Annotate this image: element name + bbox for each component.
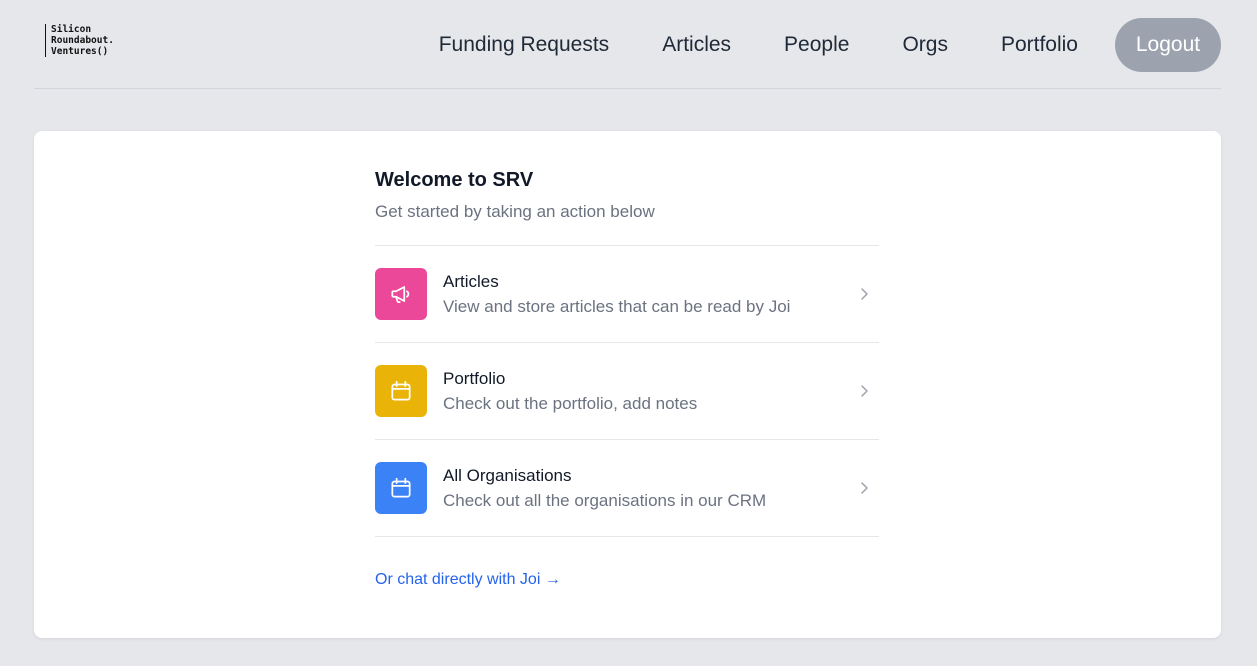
welcome-content: Welcome to SRV Get started by taking an … bbox=[375, 166, 879, 589]
nav-link-articles[interactable]: Articles bbox=[662, 33, 731, 57]
brand-logo[interactable]: Silicon Roundabout. Ventures() bbox=[45, 24, 114, 57]
action-item-portfolio[interactable]: Portfolio Check out the portfolio, add n… bbox=[375, 343, 879, 440]
megaphone-icon bbox=[391, 286, 410, 303]
logo-line-3: Ventures() bbox=[51, 46, 109, 57]
calendar-icon bbox=[391, 380, 411, 401]
main-nav: Funding Requests Articles People Orgs Po… bbox=[439, 18, 1221, 72]
articles-text: Articles View and store articles that ca… bbox=[443, 270, 854, 319]
articles-icon-box bbox=[375, 268, 427, 320]
nav-link-portfolio[interactable]: Portfolio bbox=[1001, 33, 1078, 57]
page-title: Welcome to SRV bbox=[375, 169, 534, 191]
action-item-all-organisations[interactable]: All Organisations Check out all the orga… bbox=[375, 440, 879, 537]
nav-link-funding-requests[interactable]: Funding Requests bbox=[439, 33, 609, 57]
action-list: Articles View and store articles that ca… bbox=[375, 245, 879, 537]
chevron-right-icon bbox=[861, 288, 868, 300]
action-title: Articles bbox=[443, 271, 499, 291]
action-item-articles[interactable]: Articles View and store articles that ca… bbox=[375, 246, 879, 343]
logo-line-2: Roundabout. bbox=[51, 35, 114, 46]
chat-with-joi-link[interactable]: Or chat directly with Joi → bbox=[375, 571, 561, 589]
organisations-icon-box bbox=[375, 462, 427, 514]
action-title: Portfolio bbox=[443, 368, 506, 388]
portfolio-text: Portfolio Check out the portfolio, add n… bbox=[443, 367, 854, 416]
logo-line-1: Silicon bbox=[51, 24, 92, 35]
action-description: Check out the portfolio, add notes bbox=[443, 393, 698, 413]
chevron-right-icon bbox=[861, 482, 868, 494]
top-navigation-bar: Silicon Roundabout. Ventures() Funding R… bbox=[34, 0, 1221, 89]
nav-link-people[interactable]: People bbox=[784, 33, 849, 57]
calendar-icon bbox=[391, 477, 411, 498]
welcome-card: Welcome to SRV Get started by taking an … bbox=[34, 131, 1221, 638]
logout-button[interactable]: Logout bbox=[1115, 18, 1221, 72]
action-description: Check out all the organisations in our C… bbox=[443, 490, 767, 510]
page-subtitle: Get started by taking an action below bbox=[375, 202, 655, 221]
nav-link-orgs[interactable]: Orgs bbox=[902, 33, 948, 57]
chevron-right-icon bbox=[861, 385, 868, 397]
portfolio-icon-box bbox=[375, 365, 427, 417]
organisations-text: All Organisations Check out all the orga… bbox=[443, 464, 854, 513]
action-title: All Organisations bbox=[443, 465, 572, 485]
page: Silicon Roundabout. Ventures() Funding R… bbox=[10, 0, 1247, 666]
action-description: View and store articles that can be read… bbox=[443, 296, 791, 316]
